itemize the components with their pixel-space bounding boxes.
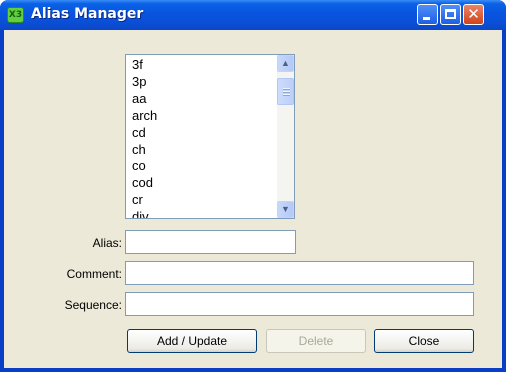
close-window-button[interactable]: ✕ xyxy=(463,4,484,25)
scroll-thumb[interactable] xyxy=(277,78,294,105)
chevron-down-icon: ▼ xyxy=(281,204,290,214)
app-icon: X3 xyxy=(7,7,24,23)
list-item[interactable]: div xyxy=(132,209,157,218)
alias-label: Alias: xyxy=(92,236,122,250)
chevron-up-icon: ▲ xyxy=(281,58,290,68)
close-button[interactable]: Close xyxy=(374,329,474,353)
list-item[interactable]: aa xyxy=(132,91,157,108)
maximize-button[interactable] xyxy=(440,4,461,25)
sequence-input[interactable] xyxy=(125,292,474,316)
comment-input[interactable] xyxy=(125,261,474,285)
list-item[interactable]: co xyxy=(132,158,157,175)
list-item[interactable]: cod xyxy=(132,175,157,192)
list-item[interactable]: arch xyxy=(132,108,157,125)
title-bar[interactable]: X3 Alias Manager ✕ xyxy=(0,0,506,30)
grip-line-icon xyxy=(283,94,290,95)
alias-listbox[interactable]: 3f 3p aa arch cd ch co cod cr div ▲ ▼ xyxy=(125,54,295,219)
grip-line-icon xyxy=(283,91,290,92)
delete-button[interactable]: Delete xyxy=(266,329,366,353)
maximize-icon xyxy=(445,9,456,19)
comment-label: Comment: xyxy=(66,267,122,281)
minimize-icon xyxy=(423,17,430,20)
alias-input[interactable] xyxy=(125,230,296,254)
add-update-button[interactable]: Add / Update xyxy=(127,329,257,353)
list-item[interactable]: cd xyxy=(132,125,157,142)
scroll-up-button[interactable]: ▲ xyxy=(277,55,294,72)
list-item[interactable]: 3p xyxy=(132,74,157,91)
alias-manager-window: X3 Alias Manager ✕ 3f 3p aa arch cd ch co cod cr… xyxy=(0,0,506,372)
list-item[interactable]: 3f xyxy=(132,57,157,74)
scroll-down-button[interactable]: ▼ xyxy=(277,201,294,218)
window-title: Alias Manager xyxy=(31,6,144,22)
vertical-scrollbar[interactable]: ▲ ▼ xyxy=(277,55,294,218)
list-item[interactable]: cr xyxy=(132,192,157,209)
minimize-button[interactable] xyxy=(417,4,438,25)
list-item[interactable]: ch xyxy=(132,142,157,159)
sequence-label: Sequence: xyxy=(64,298,122,312)
close-icon: ✕ xyxy=(467,5,480,23)
grip-line-icon xyxy=(283,88,290,89)
alias-list: 3f 3p aa arch cd ch co cod cr div xyxy=(132,57,157,218)
